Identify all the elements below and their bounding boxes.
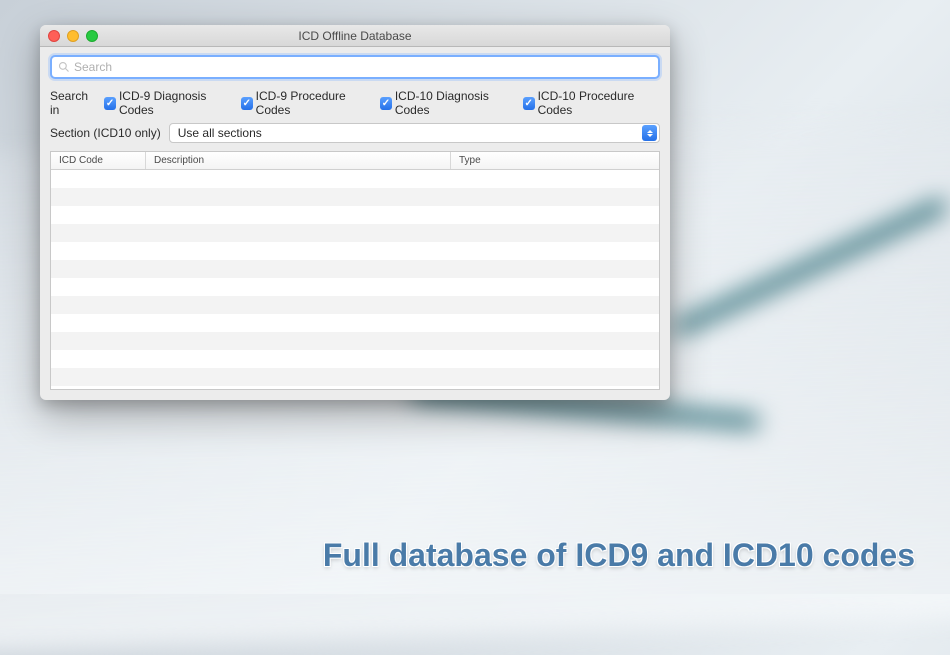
search-toolbar bbox=[40, 47, 670, 83]
table-row bbox=[51, 350, 659, 368]
checkbox-icd9-procedure[interactable]: ✓ ICD-9 Procedure Codes bbox=[241, 89, 372, 117]
search-field-wrapper[interactable] bbox=[50, 55, 660, 79]
table-row bbox=[51, 170, 659, 188]
section-selected-value: Use all sections bbox=[178, 126, 262, 140]
search-icon bbox=[58, 61, 70, 73]
app-window: ICD Offline Database Search in ✓ ICD-9 D… bbox=[40, 25, 670, 400]
maximize-button[interactable] bbox=[86, 30, 98, 42]
table-row bbox=[51, 224, 659, 242]
table-row bbox=[51, 368, 659, 386]
table-row bbox=[51, 296, 659, 314]
table-row bbox=[51, 188, 659, 206]
search-input[interactable] bbox=[74, 60, 652, 74]
table-row bbox=[51, 278, 659, 296]
checkbox-icd10-diagnosis[interactable]: ✓ ICD-10 Diagnosis Codes bbox=[380, 89, 515, 117]
checkbox-label: ICD-10 Diagnosis Codes bbox=[395, 89, 515, 117]
checkmark-icon: ✓ bbox=[241, 97, 253, 110]
table-row bbox=[51, 314, 659, 332]
checkmark-icon: ✓ bbox=[104, 97, 116, 110]
checkbox-icd9-diagnosis[interactable]: ✓ ICD-9 Diagnosis Codes bbox=[104, 89, 233, 117]
window-title: ICD Offline Database bbox=[298, 29, 411, 43]
checkmark-icon: ✓ bbox=[523, 97, 535, 110]
filter-row: Search in ✓ ICD-9 Diagnosis Codes ✓ ICD-… bbox=[40, 83, 670, 119]
table-body[interactable] bbox=[51, 170, 659, 389]
column-header-code[interactable]: ICD Code bbox=[51, 152, 146, 169]
table-row bbox=[51, 386, 659, 389]
table-row bbox=[51, 206, 659, 224]
promo-caption: Full database of ICD9 and ICD10 codes bbox=[323, 537, 915, 574]
checkbox-label: ICD-9 Procedure Codes bbox=[256, 89, 372, 117]
table-row bbox=[51, 242, 659, 260]
table-header: ICD Code Description Type bbox=[51, 152, 659, 170]
titlebar[interactable]: ICD Offline Database bbox=[40, 25, 670, 47]
minimize-button[interactable] bbox=[67, 30, 79, 42]
table-row bbox=[51, 332, 659, 350]
section-dropdown[interactable]: Use all sections bbox=[169, 123, 660, 143]
search-in-label: Search in bbox=[50, 89, 96, 117]
section-label: Section (ICD10 only) bbox=[50, 126, 161, 140]
column-header-description[interactable]: Description bbox=[146, 152, 451, 169]
column-header-type[interactable]: Type bbox=[451, 152, 659, 169]
checkbox-label: ICD-10 Procedure Codes bbox=[538, 89, 660, 117]
checkbox-icd10-procedure[interactable]: ✓ ICD-10 Procedure Codes bbox=[523, 89, 660, 117]
dropdown-arrows-icon bbox=[642, 125, 657, 141]
table-row bbox=[51, 260, 659, 278]
section-row: Section (ICD10 only) Use all sections bbox=[40, 119, 670, 151]
checkbox-label: ICD-9 Diagnosis Codes bbox=[119, 89, 233, 117]
checkmark-icon: ✓ bbox=[380, 97, 392, 110]
close-button[interactable] bbox=[48, 30, 60, 42]
results-table: ICD Code Description Type bbox=[50, 151, 660, 390]
